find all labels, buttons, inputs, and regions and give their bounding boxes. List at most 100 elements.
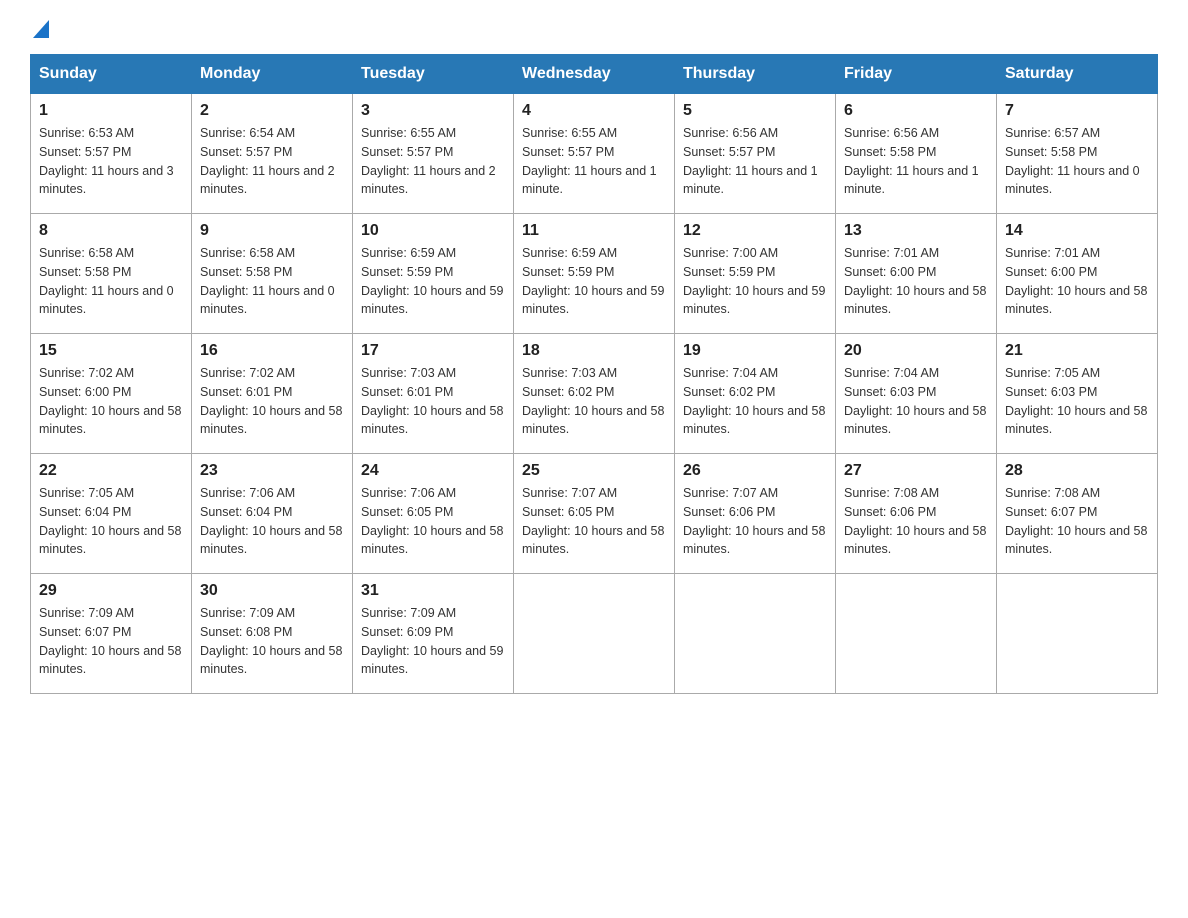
calendar-day-cell: 30 Sunrise: 7:09 AM Sunset: 6:08 PM Dayl… bbox=[192, 574, 353, 694]
day-number: 24 bbox=[361, 462, 505, 480]
day-number: 23 bbox=[200, 462, 344, 480]
day-info: Sunrise: 7:00 AM Sunset: 5:59 PM Dayligh… bbox=[683, 244, 827, 319]
day-number: 17 bbox=[361, 342, 505, 360]
day-number: 26 bbox=[683, 462, 827, 480]
day-info: Sunrise: 7:02 AM Sunset: 6:01 PM Dayligh… bbox=[200, 364, 344, 439]
day-info: Sunrise: 6:56 AM Sunset: 5:57 PM Dayligh… bbox=[683, 124, 827, 199]
day-number: 25 bbox=[522, 462, 666, 480]
page-header bbox=[30, 20, 1158, 34]
day-number: 11 bbox=[522, 222, 666, 240]
day-info: Sunrise: 6:56 AM Sunset: 5:58 PM Dayligh… bbox=[844, 124, 988, 199]
calendar-week-row: 8 Sunrise: 6:58 AM Sunset: 5:58 PM Dayli… bbox=[31, 214, 1158, 334]
day-info: Sunrise: 7:09 AM Sunset: 6:09 PM Dayligh… bbox=[361, 604, 505, 679]
column-header-friday: Friday bbox=[836, 55, 997, 94]
calendar-day-cell: 31 Sunrise: 7:09 AM Sunset: 6:09 PM Dayl… bbox=[353, 574, 514, 694]
day-info: Sunrise: 7:06 AM Sunset: 6:05 PM Dayligh… bbox=[361, 484, 505, 559]
calendar-day-cell: 14 Sunrise: 7:01 AM Sunset: 6:00 PM Dayl… bbox=[997, 214, 1158, 334]
day-info: Sunrise: 7:02 AM Sunset: 6:00 PM Dayligh… bbox=[39, 364, 183, 439]
day-number: 7 bbox=[1005, 102, 1149, 120]
calendar-day-cell bbox=[836, 574, 997, 694]
calendar-day-cell: 25 Sunrise: 7:07 AM Sunset: 6:05 PM Dayl… bbox=[514, 454, 675, 574]
calendar-day-cell bbox=[514, 574, 675, 694]
day-info: Sunrise: 6:57 AM Sunset: 5:58 PM Dayligh… bbox=[1005, 124, 1149, 199]
calendar-week-row: 15 Sunrise: 7:02 AM Sunset: 6:00 PM Dayl… bbox=[31, 334, 1158, 454]
day-number: 12 bbox=[683, 222, 827, 240]
column-header-wednesday: Wednesday bbox=[514, 55, 675, 94]
calendar-day-cell: 24 Sunrise: 7:06 AM Sunset: 6:05 PM Dayl… bbox=[353, 454, 514, 574]
day-number: 1 bbox=[39, 102, 183, 120]
day-number: 10 bbox=[361, 222, 505, 240]
calendar-week-row: 29 Sunrise: 7:09 AM Sunset: 6:07 PM Dayl… bbox=[31, 574, 1158, 694]
day-number: 13 bbox=[844, 222, 988, 240]
calendar-day-cell bbox=[675, 574, 836, 694]
day-info: Sunrise: 6:58 AM Sunset: 5:58 PM Dayligh… bbox=[39, 244, 183, 319]
day-number: 18 bbox=[522, 342, 666, 360]
calendar-day-cell: 9 Sunrise: 6:58 AM Sunset: 5:58 PM Dayli… bbox=[192, 214, 353, 334]
day-number: 3 bbox=[361, 102, 505, 120]
calendar-week-row: 22 Sunrise: 7:05 AM Sunset: 6:04 PM Dayl… bbox=[31, 454, 1158, 574]
day-info: Sunrise: 6:59 AM Sunset: 5:59 PM Dayligh… bbox=[361, 244, 505, 319]
day-info: Sunrise: 7:01 AM Sunset: 6:00 PM Dayligh… bbox=[844, 244, 988, 319]
calendar-day-cell: 26 Sunrise: 7:07 AM Sunset: 6:06 PM Dayl… bbox=[675, 454, 836, 574]
calendar-day-cell bbox=[997, 574, 1158, 694]
column-header-sunday: Sunday bbox=[31, 55, 192, 94]
day-number: 21 bbox=[1005, 342, 1149, 360]
day-number: 6 bbox=[844, 102, 988, 120]
day-info: Sunrise: 7:04 AM Sunset: 6:03 PM Dayligh… bbox=[844, 364, 988, 439]
logo bbox=[30, 20, 49, 34]
day-info: Sunrise: 7:03 AM Sunset: 6:01 PM Dayligh… bbox=[361, 364, 505, 439]
day-info: Sunrise: 6:54 AM Sunset: 5:57 PM Dayligh… bbox=[200, 124, 344, 199]
calendar-header-row: SundayMondayTuesdayWednesdayThursdayFrid… bbox=[31, 55, 1158, 94]
day-number: 20 bbox=[844, 342, 988, 360]
day-info: Sunrise: 7:09 AM Sunset: 6:08 PM Dayligh… bbox=[200, 604, 344, 679]
calendar-day-cell: 12 Sunrise: 7:00 AM Sunset: 5:59 PM Dayl… bbox=[675, 214, 836, 334]
calendar-day-cell: 4 Sunrise: 6:55 AM Sunset: 5:57 PM Dayli… bbox=[514, 94, 675, 214]
calendar-day-cell: 22 Sunrise: 7:05 AM Sunset: 6:04 PM Dayl… bbox=[31, 454, 192, 574]
calendar-day-cell: 16 Sunrise: 7:02 AM Sunset: 6:01 PM Dayl… bbox=[192, 334, 353, 454]
day-number: 19 bbox=[683, 342, 827, 360]
day-info: Sunrise: 6:55 AM Sunset: 5:57 PM Dayligh… bbox=[361, 124, 505, 199]
calendar-day-cell: 8 Sunrise: 6:58 AM Sunset: 5:58 PM Dayli… bbox=[31, 214, 192, 334]
calendar-day-cell: 15 Sunrise: 7:02 AM Sunset: 6:00 PM Dayl… bbox=[31, 334, 192, 454]
day-number: 14 bbox=[1005, 222, 1149, 240]
day-info: Sunrise: 7:08 AM Sunset: 6:06 PM Dayligh… bbox=[844, 484, 988, 559]
day-info: Sunrise: 7:07 AM Sunset: 6:06 PM Dayligh… bbox=[683, 484, 827, 559]
calendar-week-row: 1 Sunrise: 6:53 AM Sunset: 5:57 PM Dayli… bbox=[31, 94, 1158, 214]
day-info: Sunrise: 7:07 AM Sunset: 6:05 PM Dayligh… bbox=[522, 484, 666, 559]
calendar-day-cell: 21 Sunrise: 7:05 AM Sunset: 6:03 PM Dayl… bbox=[997, 334, 1158, 454]
day-number: 8 bbox=[39, 222, 183, 240]
day-number: 2 bbox=[200, 102, 344, 120]
column-header-monday: Monday bbox=[192, 55, 353, 94]
column-header-thursday: Thursday bbox=[675, 55, 836, 94]
calendar-day-cell: 23 Sunrise: 7:06 AM Sunset: 6:04 PM Dayl… bbox=[192, 454, 353, 574]
day-number: 15 bbox=[39, 342, 183, 360]
calendar-day-cell: 1 Sunrise: 6:53 AM Sunset: 5:57 PM Dayli… bbox=[31, 94, 192, 214]
calendar-day-cell: 13 Sunrise: 7:01 AM Sunset: 6:00 PM Dayl… bbox=[836, 214, 997, 334]
calendar-day-cell: 5 Sunrise: 6:56 AM Sunset: 5:57 PM Dayli… bbox=[675, 94, 836, 214]
day-number: 27 bbox=[844, 462, 988, 480]
day-number: 29 bbox=[39, 582, 183, 600]
day-info: Sunrise: 6:58 AM Sunset: 5:58 PM Dayligh… bbox=[200, 244, 344, 319]
calendar-day-cell: 17 Sunrise: 7:03 AM Sunset: 6:01 PM Dayl… bbox=[353, 334, 514, 454]
calendar-day-cell: 11 Sunrise: 6:59 AM Sunset: 5:59 PM Dayl… bbox=[514, 214, 675, 334]
calendar-day-cell: 2 Sunrise: 6:54 AM Sunset: 5:57 PM Dayli… bbox=[192, 94, 353, 214]
calendar-day-cell: 28 Sunrise: 7:08 AM Sunset: 6:07 PM Dayl… bbox=[997, 454, 1158, 574]
day-info: Sunrise: 7:01 AM Sunset: 6:00 PM Dayligh… bbox=[1005, 244, 1149, 319]
day-number: 30 bbox=[200, 582, 344, 600]
calendar-day-cell: 7 Sunrise: 6:57 AM Sunset: 5:58 PM Dayli… bbox=[997, 94, 1158, 214]
day-info: Sunrise: 6:59 AM Sunset: 5:59 PM Dayligh… bbox=[522, 244, 666, 319]
column-header-tuesday: Tuesday bbox=[353, 55, 514, 94]
day-number: 22 bbox=[39, 462, 183, 480]
calendar-day-cell: 19 Sunrise: 7:04 AM Sunset: 6:02 PM Dayl… bbox=[675, 334, 836, 454]
day-info: Sunrise: 7:03 AM Sunset: 6:02 PM Dayligh… bbox=[522, 364, 666, 439]
calendar-day-cell: 10 Sunrise: 6:59 AM Sunset: 5:59 PM Dayl… bbox=[353, 214, 514, 334]
day-info: Sunrise: 7:04 AM Sunset: 6:02 PM Dayligh… bbox=[683, 364, 827, 439]
day-info: Sunrise: 7:08 AM Sunset: 6:07 PM Dayligh… bbox=[1005, 484, 1149, 559]
day-number: 28 bbox=[1005, 462, 1149, 480]
day-info: Sunrise: 7:06 AM Sunset: 6:04 PM Dayligh… bbox=[200, 484, 344, 559]
logo-triangle-icon bbox=[33, 20, 49, 38]
calendar-day-cell: 18 Sunrise: 7:03 AM Sunset: 6:02 PM Dayl… bbox=[514, 334, 675, 454]
calendar-day-cell: 27 Sunrise: 7:08 AM Sunset: 6:06 PM Dayl… bbox=[836, 454, 997, 574]
day-info: Sunrise: 6:55 AM Sunset: 5:57 PM Dayligh… bbox=[522, 124, 666, 199]
calendar-day-cell: 3 Sunrise: 6:55 AM Sunset: 5:57 PM Dayli… bbox=[353, 94, 514, 214]
